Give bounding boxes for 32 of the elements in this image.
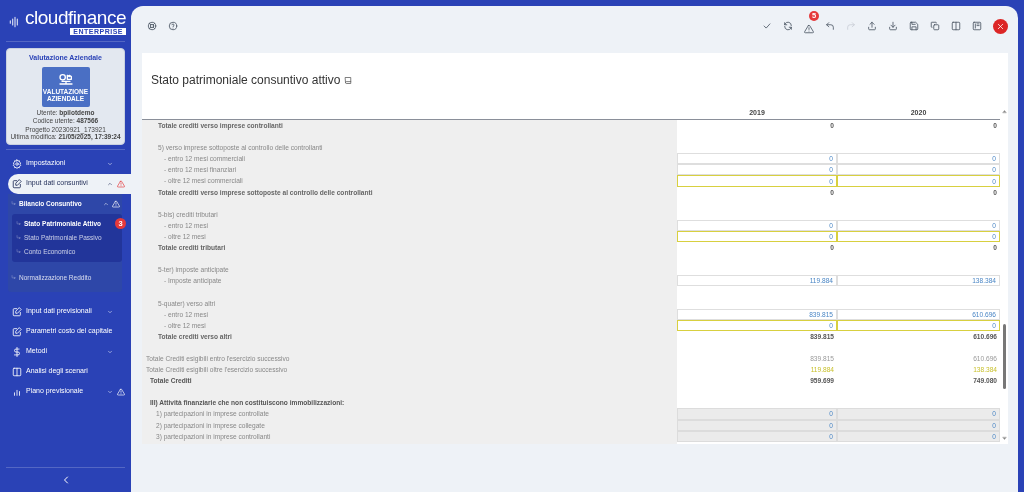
- undo-icon: [824, 21, 835, 31]
- redo-icon: [845, 21, 856, 31]
- sub-arrow-icon: [11, 201, 16, 206]
- lifebuoy-icon: [146, 21, 157, 31]
- dollar-icon: [12, 346, 22, 357]
- layout-icon: [971, 21, 982, 31]
- download-icon: [887, 21, 898, 31]
- close-button[interactable]: [993, 18, 1008, 34]
- sub-arrow-icon: [16, 221, 21, 226]
- copy-icon: [929, 21, 940, 31]
- columns-icon: [950, 21, 961, 31]
- settings-icon: [12, 158, 22, 169]
- scroll-down-icon: [1001, 435, 1007, 441]
- upload-icon: [866, 21, 877, 31]
- scrollbar-thumb[interactable]: [1002, 324, 1006, 389]
- sub-arrow-icon: [16, 235, 21, 240]
- page-title: Stato patrimoniale consuntivo attivo: [151, 71, 341, 89]
- check-icon: [761, 21, 772, 31]
- help-icon: [167, 21, 178, 31]
- close-icon: [996, 21, 1005, 31]
- columns-icon: [12, 366, 22, 377]
- edit-icon: [12, 178, 22, 189]
- book-icon: [344, 76, 354, 85]
- refresh-icon: [782, 21, 793, 31]
- warning-icon: [803, 24, 814, 34]
- edit-icon: [12, 306, 22, 317]
- save-icon: [908, 21, 919, 31]
- sub-arrow-icon: [11, 275, 16, 280]
- logo-wordmark: cloudfinance: [25, 8, 126, 27]
- scroll-up-icon: [1001, 109, 1007, 114]
- edit-icon: [12, 326, 22, 337]
- sub-arrow-icon: [16, 249, 21, 254]
